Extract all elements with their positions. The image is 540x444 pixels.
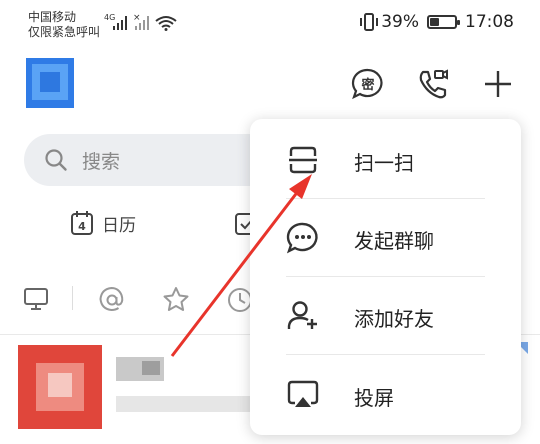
- menu-label-screen-cast: 投屏: [354, 386, 394, 410]
- signal-wifi-icons: 4G ×: [104, 13, 177, 31]
- svg-text:×: ×: [133, 13, 141, 23]
- star-icon[interactable]: [162, 286, 190, 314]
- calendar-shortcut[interactable]: 4 日历: [70, 210, 136, 236]
- menu-item-scan[interactable]: 扫一扫: [250, 121, 521, 199]
- battery-percent: 39%: [381, 12, 419, 32]
- status-bar: 中国移动 仅限紧急呼叫 4G × 39% 17:08: [0, 0, 540, 46]
- menu-label-scan: 扫一扫: [354, 151, 414, 175]
- mention-icon[interactable]: [98, 286, 126, 314]
- chat-avatar[interactable]: [18, 345, 102, 429]
- privacy-icon-char: 密: [360, 77, 374, 93]
- menu-divider: [286, 354, 485, 355]
- menu-item-add-friend[interactable]: 添加好友: [250, 277, 521, 355]
- vibrate-icon: [360, 13, 379, 31]
- privacy-chat-icon[interactable]: 密: [348, 64, 388, 104]
- menu-label-add-friend: 添加好友: [354, 307, 434, 331]
- scan-icon: [286, 143, 320, 177]
- add-menu-popup: 扫一扫 发起群聊 添加好友 投屏: [250, 119, 521, 435]
- status-right: 39% 17:08: [359, 12, 514, 32]
- calendar-day: 4: [78, 220, 86, 233]
- menu-label-group-chat: 发起群聊: [354, 229, 434, 253]
- clock-time: 17:08: [465, 12, 514, 32]
- menu-item-screen-cast[interactable]: 投屏: [250, 356, 521, 434]
- search-icon: [45, 149, 67, 171]
- group-chat-icon: [286, 221, 320, 255]
- chat-name-blurred: [116, 357, 164, 381]
- desktop-icon[interactable]: [22, 286, 50, 312]
- emergency-only-text: 仅限紧急呼叫: [28, 25, 101, 39]
- menu-item-group-chat[interactable]: 发起群聊: [250, 199, 521, 277]
- search-placeholder: 搜索: [82, 151, 121, 173]
- tab-divider: [72, 286, 73, 310]
- screen-cast-icon: [286, 378, 320, 412]
- calendar-icon: 4: [71, 211, 93, 235]
- carrier-name: 中国移动: [28, 10, 77, 24]
- carrier-info: 中国移动 仅限紧急呼叫: [28, 10, 100, 40]
- add-icon[interactable]: [478, 64, 518, 104]
- battery-icon: [427, 15, 460, 29]
- call-icon[interactable]: [412, 64, 452, 104]
- add-friend-icon: [286, 299, 320, 333]
- network-type-label: 4G: [104, 13, 115, 22]
- calendar-label: 日历: [102, 215, 136, 236]
- user-avatar[interactable]: [26, 58, 74, 108]
